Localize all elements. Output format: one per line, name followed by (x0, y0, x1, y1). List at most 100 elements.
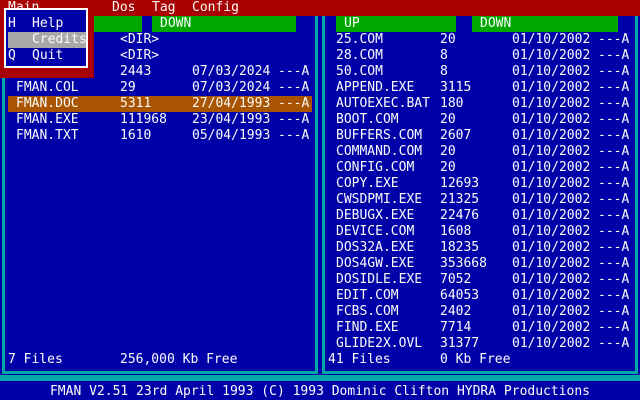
file-date: 01/10/2002 (512, 208, 591, 223)
menu-item-credits[interactable]: Credits (8, 32, 87, 48)
file-date: 05/04/1993 (192, 128, 271, 143)
right-panel-header-up[interactable]: UP (336, 16, 456, 32)
file-row[interactable]: FMAN.TXT 1610 05/04/1993 ---A (8, 128, 312, 144)
menu-item-help[interactable]: H Help (8, 16, 86, 32)
status-bar: FMAN V2.51 23rd April 1993 (C) 1993 Domi… (0, 384, 640, 400)
file-date: 01/10/2002 (512, 80, 591, 95)
file-row[interactable]: 28.COM 8 01/10/2002 ---A (328, 48, 632, 64)
file-date: 01/10/2002 (512, 304, 591, 319)
file-attr: ---A (598, 128, 630, 143)
file-size: <DIR> (120, 48, 160, 63)
file-attr: ---A (598, 256, 630, 271)
file-attr: ---A (598, 96, 630, 111)
menu-bar: Main Dos Tag Config (0, 0, 640, 16)
file-date: 01/10/2002 (512, 320, 591, 335)
file-row[interactable]: DEVICE.COM 1608 01/10/2002 ---A (328, 224, 632, 240)
file-row[interactable]: FIND.EXE 7714 01/10/2002 ---A (328, 320, 632, 336)
file-row[interactable]: CONFIG.COM 20 01/10/2002 ---A (328, 160, 632, 176)
file-date: 01/10/2002 (512, 48, 591, 63)
file-size: 12693 (440, 176, 480, 191)
file-size: 5311 (120, 96, 152, 111)
file-attr: ---A (278, 112, 310, 127)
file-size: 22476 (440, 208, 480, 223)
hotkey-label: H (8, 16, 16, 31)
menu-tag[interactable]: Tag (152, 0, 175, 16)
file-row[interactable]: FCBS.COM 2402 01/10/2002 ---A (328, 304, 632, 320)
file-date: 01/10/2002 (512, 144, 591, 159)
file-attr: ---A (598, 336, 630, 351)
file-attr: ---A (598, 224, 630, 239)
left-panel-header-down[interactable]: DOWN (152, 16, 296, 32)
file-attr: ---A (598, 64, 630, 79)
file-row[interactable]: DOS4GW.EXE 353668 01/10/2002 ---A (328, 256, 632, 272)
file-row[interactable]: FMAN.EXE 111968 23/04/1993 ---A (8, 112, 312, 128)
file-attr: ---A (598, 240, 630, 255)
left-panel-file-count: 7 Files (8, 352, 63, 367)
file-size: 2402 (440, 304, 472, 319)
file-row[interactable]: DOSIDLE.EXE 7052 01/10/2002 ---A (328, 272, 632, 288)
file-date: 01/10/2002 (512, 32, 591, 47)
file-name: COPY.EXE (336, 176, 399, 191)
file-attr: ---A (598, 320, 630, 335)
file-attr: ---A (598, 144, 630, 159)
file-attr: ---A (278, 64, 310, 79)
file-attr: ---A (278, 128, 310, 143)
file-size: 20 (440, 112, 456, 127)
file-row[interactable]: BOOT.COM 20 01/10/2002 ---A (328, 112, 632, 128)
file-row[interactable]: GLIDE2X.OVL 31377 01/10/2002 ---A (328, 336, 632, 352)
file-name: GLIDE2X.OVL (336, 336, 423, 351)
file-size: 20 (440, 32, 456, 47)
file-row[interactable]: 25.COM 20 01/10/2002 ---A (328, 32, 632, 48)
file-row[interactable]: FMAN.COL 29 07/03/2024 ---A (8, 80, 312, 96)
file-date: 01/10/2002 (512, 128, 591, 143)
menu-config[interactable]: Config (192, 0, 239, 16)
right-panel-header-down[interactable]: DOWN (472, 16, 618, 32)
file-size: 2443 (120, 64, 152, 79)
file-size: 1610 (120, 128, 152, 143)
menu-dos[interactable]: Dos (112, 0, 135, 16)
file-name: COMMAND.COM (336, 144, 423, 159)
file-row[interactable]: DEBUGX.EXE 22476 01/10/2002 ---A (328, 208, 632, 224)
file-size: 18235 (440, 240, 480, 255)
file-row[interactable]: FMAN.DOC 5311 27/04/1993 ---A (8, 96, 312, 112)
file-date: 01/10/2002 (512, 160, 591, 175)
dropdown-list: H Help Credits Q Quit (4, 8, 88, 68)
menu-item-quit[interactable]: Q Quit (8, 48, 86, 64)
file-size: 21325 (440, 192, 480, 207)
file-date: 27/04/1993 (192, 96, 271, 111)
left-panel-free-space: 256,000 Kb Free (120, 352, 238, 367)
file-attr: ---A (598, 192, 630, 207)
file-date: 01/10/2002 (512, 224, 591, 239)
file-size: 64053 (440, 288, 480, 303)
main-menu-dropdown: Main H Help Credits Q Quit (0, 0, 94, 78)
file-name: FMAN.TXT (16, 128, 79, 143)
file-attr: ---A (598, 304, 630, 319)
file-row[interactable]: AUTOEXEC.BAT 180 01/10/2002 ---A (328, 96, 632, 112)
file-name: 50.COM (336, 64, 383, 79)
file-row[interactable]: CWSDPMI.EXE 21325 01/10/2002 ---A (328, 192, 632, 208)
file-attr: ---A (598, 160, 630, 175)
file-date: 01/10/2002 (512, 112, 591, 127)
file-name: DEVICE.COM (336, 224, 415, 239)
file-attr: ---A (598, 80, 630, 95)
file-date: 01/10/2002 (512, 256, 591, 271)
file-name: FIND.EXE (336, 320, 399, 335)
file-date: 01/10/2002 (512, 192, 591, 207)
file-attr: ---A (598, 112, 630, 127)
file-row[interactable]: 50.COM 8 01/10/2002 ---A (328, 64, 632, 80)
file-date: 07/03/2024 (192, 64, 271, 79)
file-row[interactable]: BUFFERS.COM 2607 01/10/2002 ---A (328, 128, 632, 144)
file-row[interactable]: COPY.EXE 12693 01/10/2002 ---A (328, 176, 632, 192)
file-name: FMAN.DOC (16, 96, 79, 111)
file-size: 111968 (120, 112, 167, 127)
file-row[interactable]: DOS32A.EXE 18235 01/10/2002 ---A (328, 240, 632, 256)
file-row[interactable]: APPEND.EXE 3115 01/10/2002 ---A (328, 80, 632, 96)
file-row[interactable]: COMMAND.COM 20 01/10/2002 ---A (328, 144, 632, 160)
file-date: 01/10/2002 (512, 176, 591, 191)
file-row[interactable]: EDIT.COM 64053 01/10/2002 ---A (328, 288, 632, 304)
file-date: 01/10/2002 (512, 336, 591, 351)
file-name: 25.COM (336, 32, 383, 47)
file-name: APPEND.EXE (336, 80, 415, 95)
file-name: BUFFERS.COM (336, 128, 423, 143)
panel-bottom-divider (0, 375, 640, 381)
